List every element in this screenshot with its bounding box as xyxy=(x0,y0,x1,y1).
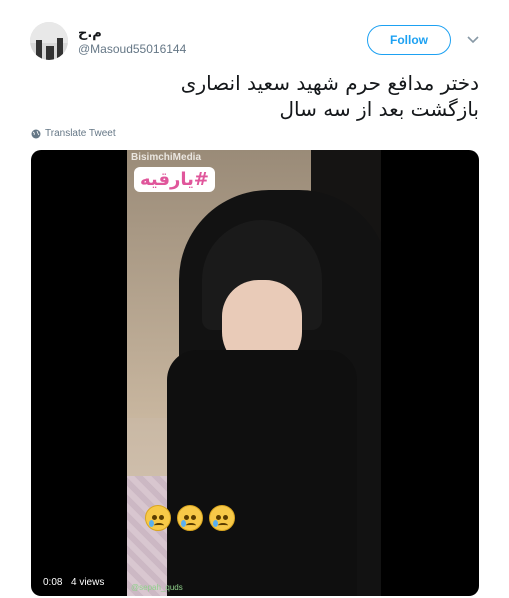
display-name[interactable]: م.ح xyxy=(78,26,102,41)
avatar-building xyxy=(36,40,42,60)
translate-link[interactable]: Translate Tweet xyxy=(31,128,116,139)
chevron-down-icon[interactable] xyxy=(466,32,480,46)
video-chador-lower xyxy=(167,350,357,596)
crying-face-icon xyxy=(209,505,235,531)
globe-icon xyxy=(31,129,41,138)
tweet-line: بازگشت بعد از سه سال xyxy=(279,97,479,121)
avatar-building xyxy=(46,46,54,60)
video-source-tag: @sepah_quds xyxy=(131,583,183,592)
follow-button[interactable]: Follow xyxy=(367,25,451,55)
crying-face-icon xyxy=(145,505,171,531)
video-player[interactable]: BisimchiMedia #یارقیه @sepah_quds 0:08 4… xyxy=(31,150,479,596)
video-hashtag: #یارقیه xyxy=(134,167,216,192)
video-watermark: BisimchiMedia xyxy=(131,152,202,163)
avatar[interactable] xyxy=(30,22,68,60)
translate-label: Translate Tweet xyxy=(45,128,116,139)
tweet-text: دختر مدافع حرم شهید سعید انصاری بازگشت ب… xyxy=(39,70,479,122)
tweet-card: م.ح @Masoud55016144 Follow دختر مدافع حر… xyxy=(0,0,509,598)
video-views: 4 views xyxy=(67,575,109,590)
emoji-row xyxy=(145,505,235,531)
user-handle[interactable]: @Masoud55016144 xyxy=(78,42,186,56)
crying-face-icon xyxy=(177,505,203,531)
video-time: 0:08 xyxy=(39,575,67,590)
tweet-line: دختر مدافع حرم شهید سعید انصاری xyxy=(180,71,479,95)
avatar-building xyxy=(57,38,63,60)
